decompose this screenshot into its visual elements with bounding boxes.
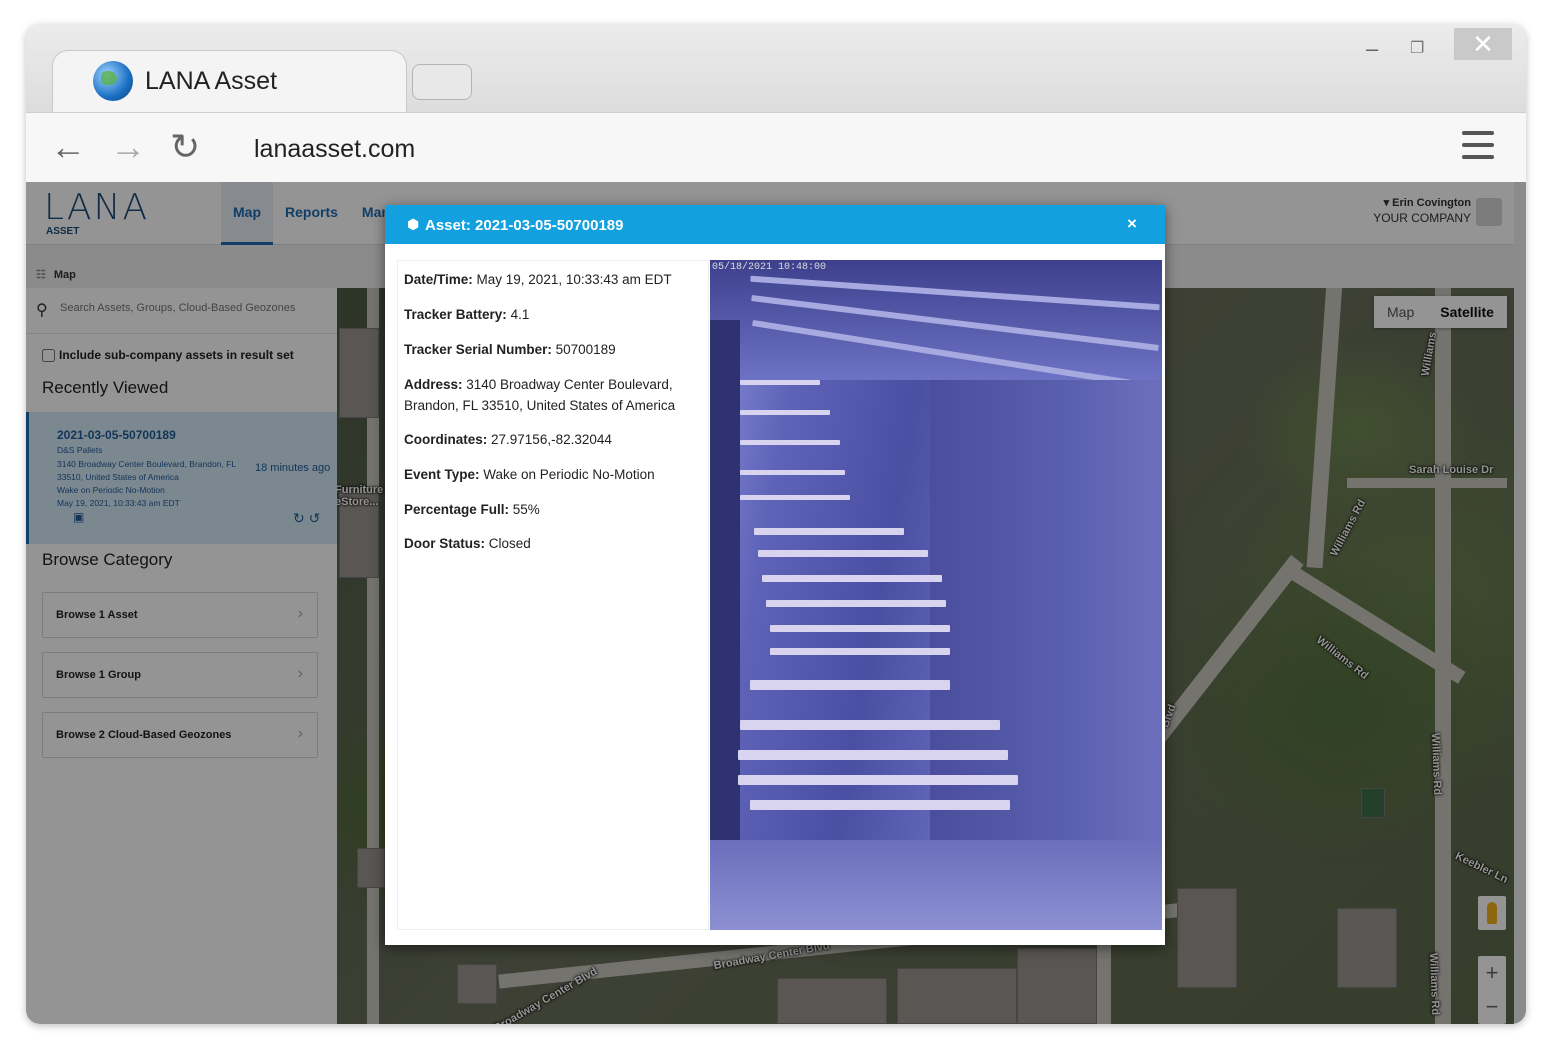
photo-timestamp: 05/18/2021 10:48:00 bbox=[712, 262, 827, 273]
detail-address: Address: 3140 Broadway Center Boulevard,… bbox=[404, 377, 676, 413]
detail-coordinates: Coordinates: 27.97156,-82.32044 bbox=[404, 432, 612, 447]
cube-icon: ⬢ bbox=[407, 216, 420, 232]
detail-serial: Tracker Serial Number: 50700189 bbox=[404, 342, 616, 357]
modal-title: Asset: 2021-03-05-50700189 bbox=[425, 217, 624, 234]
detail-datetime: Date/Time: May 19, 2021, 10:33:43 am EDT bbox=[404, 272, 672, 287]
globe-icon bbox=[93, 61, 133, 101]
detail-percentage-full: Percentage Full: 55% bbox=[404, 502, 540, 517]
forward-arrow-icon[interactable]: → bbox=[110, 127, 146, 167]
browser-window: LANA Asset – ❐ ✕ ← → ↻ lanaasset.com LAN… bbox=[26, 24, 1526, 1024]
back-arrow-icon[interactable]: ← bbox=[50, 127, 86, 167]
hamburger-menu-icon[interactable] bbox=[1462, 131, 1494, 161]
browser-toolbar: ← → ↻ lanaasset.com bbox=[26, 112, 1526, 182]
detail-door-status: Door Status: Closed bbox=[404, 536, 531, 551]
detail-event-type: Event Type: Wake on Periodic No-Motion bbox=[404, 467, 655, 482]
browser-tab[interactable]: LANA Asset bbox=[52, 50, 407, 112]
tab-title: LANA Asset bbox=[145, 67, 278, 95]
asset-modal: ⬢ Asset: 2021-03-05-50700189 × Date/Time… bbox=[385, 205, 1165, 945]
close-icon[interactable]: × bbox=[1127, 214, 1137, 234]
tab-bar: LANA Asset – ❐ ✕ bbox=[26, 24, 1526, 112]
reload-icon[interactable]: ↻ bbox=[170, 127, 200, 167]
minimize-button[interactable]: – bbox=[1366, 38, 1384, 60]
cargo-camera-photo[interactable]: 05/18/2021 10:48:00 bbox=[710, 260, 1162, 930]
detail-battery: Tracker Battery: 4.1 bbox=[404, 307, 530, 322]
close-window-button[interactable]: ✕ bbox=[1454, 28, 1512, 60]
modal-header: ⬢ Asset: 2021-03-05-50700189 × bbox=[385, 205, 1165, 244]
new-tab-button[interactable] bbox=[412, 64, 472, 100]
address-bar[interactable]: lanaasset.com bbox=[254, 135, 415, 164]
asset-details: Date/Time: May 19, 2021, 10:33:43 am EDT… bbox=[397, 260, 709, 930]
restore-button[interactable]: ❐ bbox=[1410, 38, 1428, 57]
page-viewport: LANA ASSET Map Reports Man ▾ Erin Coving… bbox=[26, 182, 1526, 1024]
